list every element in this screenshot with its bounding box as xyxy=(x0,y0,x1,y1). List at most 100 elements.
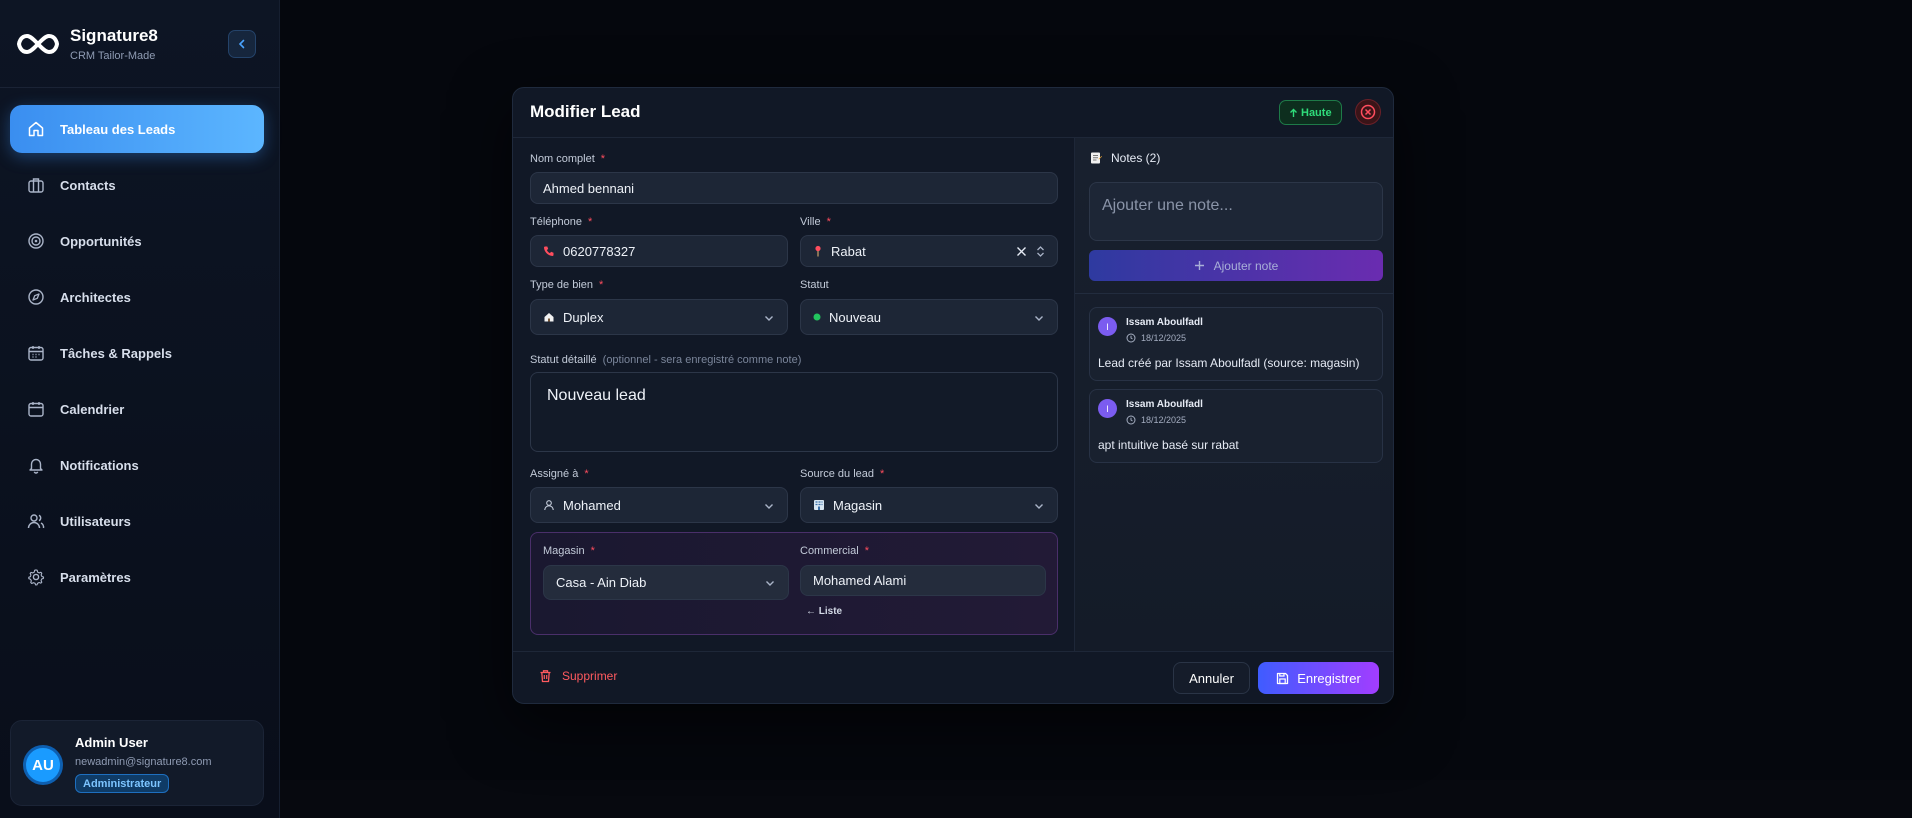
sidebar-item-label: Utilisateurs xyxy=(60,513,131,529)
back-to-list-link[interactable]: ← Liste xyxy=(806,606,842,617)
user-name: Admin User xyxy=(75,735,148,750)
cancel-button[interactable]: Annuler xyxy=(1173,662,1250,694)
salesperson-label: Commercial * xyxy=(800,545,869,557)
briefcase-icon xyxy=(26,175,46,195)
compass-icon xyxy=(26,287,46,307)
note-item: I Issam Aboulfadl 18/12/2025 apt intuiti… xyxy=(1089,389,1383,463)
modal-header: Modifier Lead Haute xyxy=(513,88,1393,138)
user-icon xyxy=(543,499,555,511)
brand-header: Signature8 CRM Tailor-Made xyxy=(0,0,280,88)
app-subtitle: CRM Tailor-Made xyxy=(70,50,156,62)
priority-badge: Haute xyxy=(1279,100,1342,125)
sidebar-item-label: Tâches & Rappels xyxy=(60,345,172,361)
save-icon xyxy=(1277,672,1289,684)
modal-footer: Supprimer Annuler Enregistrer xyxy=(513,651,1393,703)
pin-icon xyxy=(813,245,823,257)
lead-source-label: Source du lead * xyxy=(800,468,885,480)
phone-label: Téléphone * xyxy=(530,216,593,228)
sidebar-item-calendar[interactable]: Calendrier xyxy=(10,385,264,433)
lead-source-select[interactable]: Magasin xyxy=(800,487,1058,523)
phone-input[interactable]: 0620778327 xyxy=(530,235,788,267)
city-label: Ville * xyxy=(800,216,831,228)
salesperson-input[interactable]: Mohamed Alami xyxy=(800,565,1046,596)
chevron-down-icon xyxy=(765,316,773,321)
property-type-label: Type de bien * xyxy=(530,279,604,291)
store-select[interactable]: Casa - Ain Diab xyxy=(543,565,789,600)
user-profile-card[interactable]: AU Admin User newadmin@signature8.com Ad… xyxy=(10,720,264,806)
background-overlay xyxy=(280,780,1912,818)
sidebar-item-label: Opportunités xyxy=(60,233,142,249)
full-name-label: Nom complet * xyxy=(530,153,606,165)
full-name-input[interactable]: Ahmed bennani xyxy=(530,172,1058,204)
note-text: apt intuitive basé sur rabat xyxy=(1098,438,1239,452)
delete-label: Supprimer xyxy=(562,669,618,683)
assigned-to-select[interactable]: Mohamed xyxy=(530,487,788,523)
note-textarea[interactable]: Ajouter une note... xyxy=(1089,182,1383,241)
sidebar-item-users[interactable]: Utilisateurs xyxy=(10,497,264,545)
assigned-to-label: Assigné à * xyxy=(530,468,589,480)
status-dot-icon xyxy=(813,313,821,321)
lead-form: Nom complet * Ahmed bennani Téléphone * 06… xyxy=(513,138,1074,651)
notes-divider xyxy=(1075,293,1393,294)
save-label: Enregistrer xyxy=(1297,670,1361,686)
memo-icon xyxy=(1091,152,1102,164)
add-note-label: Ajouter note xyxy=(1213,258,1279,273)
chevron-down-icon xyxy=(1035,316,1043,321)
collapse-sidebar-button[interactable] xyxy=(228,30,256,58)
modal-title: Modifier Lead xyxy=(530,102,641,121)
sidebar-item-notifications[interactable]: Notifications xyxy=(10,441,264,489)
note-date: 18/12/2025 xyxy=(1126,415,1186,425)
user-email: newadmin@signature8.com xyxy=(75,756,212,768)
sidebar-item-leads[interactable]: Tableau des Leads xyxy=(10,105,264,153)
note-item: I Issam Aboulfadl 18/12/2025 Lead créé p… xyxy=(1089,307,1383,381)
clear-icon[interactable] xyxy=(1016,246,1027,257)
priority-label: Haute xyxy=(1301,106,1332,119)
chevron-updown-icon xyxy=(1037,246,1044,257)
users-icon xyxy=(26,511,46,531)
arrow-up-icon xyxy=(1290,108,1297,117)
property-type-select[interactable]: Duplex xyxy=(530,299,788,335)
target-icon xyxy=(26,231,46,251)
gear-icon xyxy=(26,567,46,587)
clock-icon xyxy=(1126,415,1136,425)
trash-icon xyxy=(540,670,551,683)
detailed-status-label: Statut détaillé (optionnel - sera enregis… xyxy=(530,354,802,366)
sidebar: Signature8 CRM Tailor-Made Tableau des L… xyxy=(0,0,280,818)
edit-lead-modal: Modifier Lead Haute Nom complet * Ahmed b… xyxy=(512,87,1394,704)
note-avatar: I xyxy=(1098,399,1117,418)
note-author: Issam Aboulfadl xyxy=(1126,399,1203,410)
sidebar-item-tasks[interactable]: Tâches & Rappels xyxy=(10,329,264,377)
city-select[interactable]: Rabat xyxy=(800,235,1058,267)
status-select[interactable]: Nouveau xyxy=(800,299,1058,335)
note-text: Lead créé par Issam Aboulfadl (source: m… xyxy=(1098,356,1360,370)
sidebar-item-architects[interactable]: Architectes xyxy=(10,273,264,321)
detailed-status-textarea[interactable]: Nouveau lead xyxy=(530,372,1058,452)
delete-button[interactable]: Supprimer xyxy=(539,669,617,683)
infinity-logo-icon xyxy=(16,33,60,55)
store-label: Magasin * xyxy=(543,545,595,557)
phone-icon xyxy=(543,245,555,257)
sidebar-item-label: Notifications xyxy=(60,457,139,473)
calendar-icon xyxy=(26,399,46,419)
note-avatar: I xyxy=(1098,317,1117,336)
chevron-down-icon xyxy=(1035,504,1043,509)
chevron-left-icon xyxy=(238,39,245,49)
status-label: Statut xyxy=(800,279,829,291)
chevron-down-icon xyxy=(765,504,773,509)
calendar-check-icon xyxy=(26,343,46,363)
add-note-button[interactable]: Ajouter note xyxy=(1089,250,1383,281)
sidebar-item-contacts[interactable]: Contacts xyxy=(10,161,264,209)
save-button[interactable]: Enregistrer xyxy=(1258,662,1379,694)
note-author: Issam Aboulfadl xyxy=(1126,317,1203,328)
sidebar-item-label: Tableau des Leads xyxy=(60,121,176,137)
close-circle-icon xyxy=(1360,104,1376,120)
sidebar-item-label: Contacts xyxy=(60,177,116,193)
sidebar-item-label: Paramètres xyxy=(60,569,131,585)
plus-icon xyxy=(1194,261,1204,270)
close-modal-button[interactable] xyxy=(1355,99,1381,125)
role-badge: Administrateur xyxy=(75,774,170,793)
sidebar-item-settings[interactable]: Paramètres xyxy=(10,553,264,601)
sidebar-item-label: Architectes xyxy=(60,289,131,305)
store-icon xyxy=(813,499,825,511)
sidebar-item-opportunities[interactable]: Opportunités xyxy=(10,217,264,265)
